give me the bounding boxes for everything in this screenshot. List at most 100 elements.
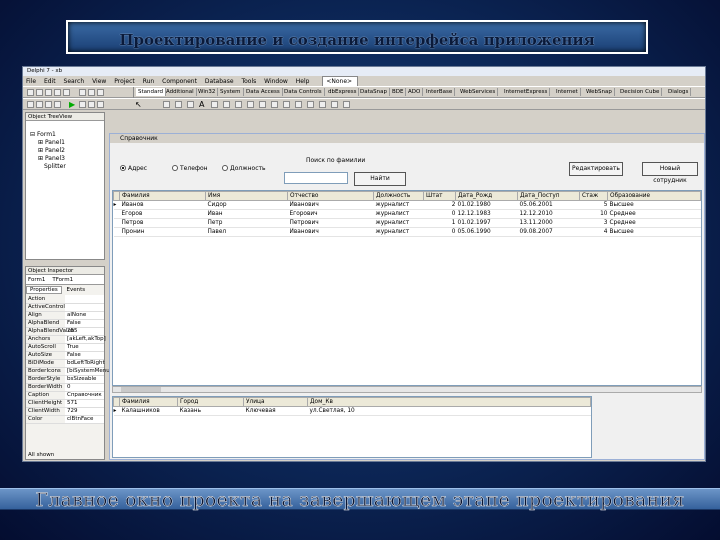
- palette-tab-websnap[interactable]: WebSnap: [584, 88, 615, 96]
- scrollbar-icon[interactable]: [295, 101, 302, 108]
- actionlist-icon[interactable]: [343, 101, 350, 108]
- inspector-row[interactable]: AlphaBlend False: [26, 319, 104, 328]
- grid-column-header[interactable]: Штат: [423, 191, 456, 201]
- inspector-prop-value[interactable]: 255: [65, 327, 104, 336]
- table-row[interactable]: Пронин Павел Иванович журналист 0 05.06.1990 0…: [113, 227, 701, 237]
- menu-tools[interactable]: Tools: [238, 77, 259, 86]
- inspector-prop-value[interactable]: True: [65, 343, 104, 352]
- combobox-icon[interactable]: [283, 101, 290, 108]
- table-row[interactable]: Петров Петр Петрович журналист 1 01.02.1997 13…: [113, 218, 701, 228]
- radiogroup-icon[interactable]: [319, 101, 326, 108]
- detail-column-header[interactable]: Город: [177, 397, 244, 407]
- inspector-prop-value[interactable]: [akLeft,akTop]: [65, 335, 106, 344]
- detail-row[interactable]: ▸ Калашников Казань Ключевая ул.Светлая, 10: [113, 406, 591, 416]
- menu-file[interactable]: File: [23, 77, 39, 86]
- grid-column-header[interactable]: Отчество: [287, 191, 374, 201]
- label-icon[interactable]: A: [199, 100, 204, 109]
- step-over-icon[interactable]: [97, 101, 104, 108]
- pointer-icon[interactable]: ↖: [135, 100, 151, 109]
- grid-column-header[interactable]: Дата_Рожд: [455, 191, 518, 201]
- pause-icon[interactable]: [79, 101, 86, 108]
- grid-horizontal-scrollbar[interactable]: [112, 386, 702, 393]
- palette-tab-decision-cube[interactable]: Decision Cube: [618, 88, 663, 96]
- menu-edit[interactable]: Edit: [41, 77, 59, 86]
- button-icon[interactable]: [235, 101, 242, 108]
- menu-search[interactable]: Search: [61, 77, 88, 86]
- listbox-icon[interactable]: [271, 101, 278, 108]
- menu-project[interactable]: Project: [111, 77, 138, 86]
- edit-icon[interactable]: [211, 101, 218, 108]
- inspector-row[interactable]: Action: [26, 295, 104, 304]
- save-all-icon[interactable]: [54, 89, 61, 96]
- palette-tab-win32[interactable]: Win32: [196, 88, 219, 96]
- palette-tab-system[interactable]: System: [218, 88, 244, 96]
- inspector-prop-value[interactable]: bdLeftToRight: [65, 359, 105, 368]
- palette-tab-bde[interactable]: BDE: [390, 88, 407, 96]
- menu-view[interactable]: View: [89, 77, 109, 86]
- radio-position[interactable]: Должность: [222, 165, 266, 172]
- palette-tab-internet[interactable]: Internet: [554, 88, 581, 96]
- inspector-prop-value[interactable]: False: [65, 351, 104, 360]
- radio-address[interactable]: Адрес: [120, 165, 147, 172]
- inspector-prop-value[interactable]: False: [65, 319, 104, 328]
- edit-button[interactable]: Редактировать: [569, 162, 623, 176]
- palette-tab-standard[interactable]: Standard: [136, 88, 167, 96]
- inspector-row[interactable]: AutoScroll True: [26, 343, 104, 352]
- inspector-row[interactable]: AlphaBlendValue 255: [26, 327, 104, 336]
- inspector-row[interactable]: Align alNone: [26, 311, 104, 320]
- inspector-prop-value[interactable]: Справочник: [65, 391, 104, 400]
- address-grid[interactable]: Фамилия Город Улица Дом_Кв ▸ Калашников Казан…: [112, 396, 592, 458]
- panel-icon[interactable]: [331, 101, 338, 108]
- inspector-row[interactable]: ActiveControl: [26, 303, 104, 312]
- open-project-icon[interactable]: [63, 89, 70, 96]
- palette-tab-data-access[interactable]: Data Access: [244, 88, 283, 96]
- grid-column-header[interactable]: Фамилия: [119, 191, 206, 201]
- menu-run[interactable]: Run: [140, 77, 158, 86]
- grid-column-header[interactable]: Стаж: [579, 191, 608, 201]
- tree-item-form[interactable]: ⊟ Form1: [30, 131, 104, 139]
- inspector-row[interactable]: BorderIcons [biSystemMenu]: [26, 367, 112, 376]
- palette-tab-dialogs[interactable]: Dialogs: [666, 88, 692, 96]
- groupbox-icon[interactable]: [307, 101, 314, 108]
- inspector-prop-value[interactable]: 571: [65, 399, 104, 408]
- radiobutton-icon[interactable]: [259, 101, 266, 108]
- new-icon[interactable]: [27, 89, 34, 96]
- grid-column-header[interactable]: Должность: [373, 191, 424, 201]
- redo-icon[interactable]: [88, 89, 95, 96]
- inspector-prop-value[interactable]: [65, 303, 104, 312]
- menu-database[interactable]: Database: [202, 77, 237, 86]
- save-icon[interactable]: [45, 89, 52, 96]
- mainmenu-icon[interactable]: [175, 101, 182, 108]
- popupmenu-icon[interactable]: [187, 101, 194, 108]
- tree-item-panel2[interactable]: ⊞ Panel2: [30, 147, 104, 155]
- undo-icon[interactable]: [79, 89, 86, 96]
- inspector-row[interactable]: AutoSize False: [26, 351, 104, 360]
- view-unit-icon[interactable]: [27, 101, 34, 108]
- detail-column-header[interactable]: Дом_Кв: [307, 397, 591, 407]
- inspector-prop-value[interactable]: alNone: [65, 311, 104, 320]
- palette-tab-interbase[interactable]: InterBase: [424, 88, 456, 96]
- grid-column-header[interactable]: Дата_Поступ: [517, 191, 580, 201]
- employees-grid[interactable]: Фамилия Имя Отчество Должность Штат Дата_Рожд…: [112, 190, 702, 386]
- inspector-object-select[interactable]: Form1 TForm1: [26, 275, 104, 285]
- inspector-prop-value[interactable]: bsSizeable: [65, 375, 104, 384]
- table-row[interactable]: Егоров Иван Егорович журналист 0 12.12.1983 12…: [113, 209, 701, 219]
- inspector-row[interactable]: BorderStyle bsSizeable: [26, 375, 104, 384]
- run-icon[interactable]: ▶: [69, 100, 75, 109]
- open-icon[interactable]: [36, 89, 43, 96]
- palette-tab-additional[interactable]: Additional: [164, 88, 197, 96]
- grid-column-header[interactable]: Имя: [205, 191, 288, 201]
- inspector-row[interactable]: Anchors [akLeft,akTop]: [26, 335, 106, 344]
- radio-phone[interactable]: Телефон: [172, 165, 208, 172]
- palette-tab-internetexpress[interactable]: InternetExpress: [502, 88, 551, 96]
- search-input[interactable]: [284, 172, 348, 184]
- inspector-row[interactable]: Caption Справочник: [26, 391, 104, 400]
- palette-tab-ado[interactable]: ADO: [406, 88, 424, 96]
- palette-tab-data-controls[interactable]: Data Controls: [282, 88, 325, 96]
- inspector-prop-value[interactable]: [biSystemMenu]: [65, 367, 112, 376]
- menu-window[interactable]: Window: [261, 77, 291, 86]
- trace-into-icon[interactable]: [88, 101, 95, 108]
- table-row[interactable]: ▸ Иванов Сидор Иванович журналист 2 01.02.1980…: [113, 200, 701, 210]
- checkbox-icon[interactable]: [247, 101, 254, 108]
- tree-item-panel1[interactable]: ⊞ Panel1: [30, 139, 104, 147]
